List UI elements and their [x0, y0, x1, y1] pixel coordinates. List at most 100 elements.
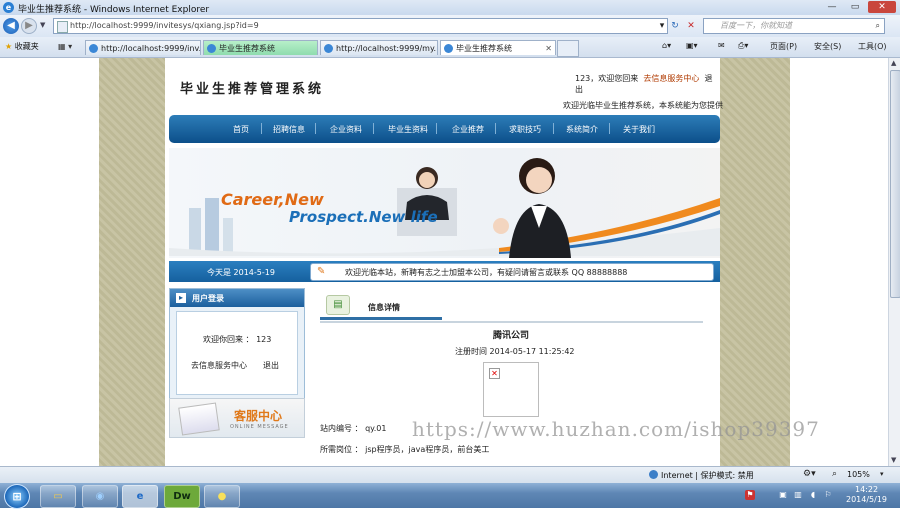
register-time: 注册时间 2014-05-17 11:25:42	[455, 347, 575, 356]
ie-tab-icon	[207, 44, 216, 53]
banner-line-2: Prospect.New life	[289, 208, 438, 226]
ie-icon: e	[3, 2, 14, 13]
nav-about-us[interactable]: 关于我们	[623, 124, 655, 135]
favorites-button[interactable]: ★ 收藏夹	[5, 41, 39, 52]
tray-flag-icon[interactable]: ⚑	[745, 490, 755, 500]
tray-network-icon[interactable]: ▥	[793, 490, 803, 500]
detail-heading: 信息详情	[368, 303, 400, 312]
refresh-icon[interactable]: ↻	[668, 19, 682, 33]
nav-divider	[436, 123, 437, 134]
company-image: ✕	[483, 362, 539, 417]
tray-keyboard-icon[interactable]: ▣	[778, 490, 788, 500]
explorer-taskbar-icon[interactable]: ▭	[40, 485, 76, 508]
ie-tab-icon	[324, 44, 333, 53]
page-viewport: 毕业生推荐管理系统 123，欢迎您回来 去信息服务中心 退出 欢迎光临毕业生推荐…	[0, 58, 888, 466]
positions-row: 所需岗位 ： jsp程序员，java程序员，前台美工	[320, 445, 490, 454]
system-clock[interactable]: 14:22 2014/5/19	[846, 485, 887, 505]
envelope-icon	[178, 402, 220, 436]
url-dropdown-icon[interactable]: ▾	[655, 19, 669, 33]
tab-3[interactable]: http://localhost:9999/my...	[320, 40, 438, 55]
marquee-text: 欢迎光临毕业生推荐系统，本系统能为您提供	[563, 101, 723, 110]
left-background	[99, 58, 165, 466]
home-icon[interactable]: ⌂▾	[662, 41, 671, 50]
nav-about-system[interactable]: 系统简介	[566, 124, 598, 135]
nav-divider	[315, 123, 316, 134]
tools-menu[interactable]: 工具(O)	[858, 41, 887, 52]
info-strip: 今天是 2014-5-19 ✎ 欢迎光临本站，新聘有志之士加盟本公司，有疑问请留…	[169, 261, 720, 282]
search-input[interactable]: 百度一下，你就知道 ⌕	[703, 18, 885, 34]
nav-jobs[interactable]: 招聘信息	[273, 124, 305, 135]
nav-tips[interactable]: 求职技巧	[509, 124, 541, 135]
ie-taskbar-icon[interactable]: e	[122, 485, 158, 508]
status-bar: Internet | 保护模式: 禁用 ⚙▾ ⌕ 105% ▾	[0, 466, 900, 484]
nav-divider	[495, 123, 496, 134]
scroll-up-icon[interactable]: ▲	[891, 59, 896, 67]
protected-mode-icon[interactable]: ⚙▾	[803, 469, 816, 479]
site-logo: 毕业生推荐管理系统	[180, 82, 325, 97]
stop-icon[interactable]: ✕	[684, 19, 698, 33]
start-button[interactable]: ⊞	[4, 484, 30, 509]
company-name: 腾讯公司	[493, 331, 530, 341]
new-tab-button[interactable]	[557, 40, 579, 57]
search-icon[interactable]: ⌕	[876, 19, 880, 33]
forward-button[interactable]: ▶	[21, 18, 37, 34]
login-logout-link[interactable]: 退出	[263, 360, 279, 371]
ie-tab-icon	[444, 44, 453, 53]
tab-1[interactable]: http://localhost:9999/inv...	[85, 40, 201, 55]
login-welcome: 欢迎你回来 ： 123	[203, 335, 272, 344]
tab-grid-icon[interactable]: ▦ ▾	[58, 42, 72, 51]
detail-heading-underline	[320, 317, 442, 320]
print-icon[interactable]: ⎙▾	[738, 41, 748, 51]
nav-graduates[interactable]: 毕业生资料	[388, 124, 428, 135]
security-zone[interactable]: Internet | 保护模式: 禁用	[661, 470, 754, 481]
zoom-icon[interactable]: ⌕	[832, 469, 837, 479]
mail-icon[interactable]: ✉	[718, 41, 725, 50]
nav-companies[interactable]: 企业资料	[330, 124, 362, 135]
tray-volume-icon[interactable]: ◖	[808, 490, 818, 500]
nav-divider	[609, 123, 610, 134]
tray-flag-2-icon[interactable]: ⚐	[823, 490, 833, 500]
zoom-level[interactable]: 105%	[847, 470, 870, 479]
url-field[interactable]: http://localhost:9999/invitesys/qxiang.j…	[53, 18, 668, 34]
back-button[interactable]: ◀	[3, 18, 19, 34]
nav-divider	[261, 123, 262, 134]
tab-2[interactable]: 毕业生推荐系统	[203, 40, 318, 55]
minimize-button[interactable]: —	[822, 1, 842, 13]
broken-image-icon: ✕	[489, 368, 500, 379]
service-center-banner[interactable]: 客服中心 ONLINE MESSAGE	[169, 398, 305, 438]
close-button[interactable]: ✕	[868, 1, 896, 13]
site-page: 毕业生推荐管理系统 123，欢迎您回来 去信息服务中心 退出 欢迎光临毕业生推荐…	[165, 58, 723, 466]
today-date: 今天是 2014-5-19	[207, 268, 275, 277]
tab-4-active[interactable]: 毕业生推荐系统 ✕	[440, 40, 556, 55]
maximize-button[interactable]: ▭	[845, 1, 865, 13]
login-service-link[interactable]: 去信息服务中心	[191, 360, 247, 371]
history-dropdown-icon[interactable]: ▼	[40, 21, 45, 29]
nav-divider	[373, 123, 374, 134]
scroll-thumb[interactable]	[890, 70, 900, 298]
address-bar: ◀ ▶ ▼ http://localhost:9999/invitesys/qx…	[0, 15, 900, 37]
login-title: 用户登录	[192, 294, 224, 303]
service-center-link[interactable]: 去信息服务中心	[643, 74, 699, 83]
page-menu[interactable]: 页面(P)	[770, 41, 797, 52]
nav-recommend[interactable]: 企业推荐	[452, 124, 484, 135]
vertical-scrollbar[interactable]: ▲ ▼	[888, 58, 900, 466]
globe-icon	[649, 470, 658, 479]
scroll-down-icon[interactable]: ▼	[891, 456, 896, 464]
login-panel: ▸ 用户登录 欢迎你回来 ： 123 去信息服务中心 退出	[169, 288, 305, 400]
feeds-icon[interactable]: ▣▾	[686, 41, 698, 50]
zoom-dropdown-icon[interactable]: ▾	[880, 470, 884, 478]
star-icon: ★	[5, 42, 13, 51]
dreamweaver-taskbar-icon[interactable]: Dw	[164, 485, 200, 508]
media-player-taskbar-icon[interactable]: ◉	[82, 485, 118, 508]
login-header: ▸ 用户登录	[170, 289, 304, 307]
notice-text: 欢迎光临本站，新聘有志之士加盟本公司，有疑问请留言或联系 QQ 88888888	[345, 268, 628, 277]
clock-time: 14:22	[854, 485, 879, 494]
megaphone-icon: ✎	[317, 266, 326, 277]
paint-taskbar-icon[interactable]: ●	[204, 485, 240, 508]
watermark: https://www.huzhan.com/ishop39397	[412, 417, 820, 441]
close-tab-icon[interactable]: ✕	[545, 41, 552, 55]
safety-menu[interactable]: 安全(S)	[814, 41, 841, 52]
nav-home[interactable]: 首页	[233, 124, 249, 135]
banner-line-1: Career,New	[221, 190, 324, 209]
notice-box: ✎ 欢迎光临本站，新聘有志之士加盟本公司，有疑问请留言或联系 QQ 888888…	[310, 263, 714, 281]
